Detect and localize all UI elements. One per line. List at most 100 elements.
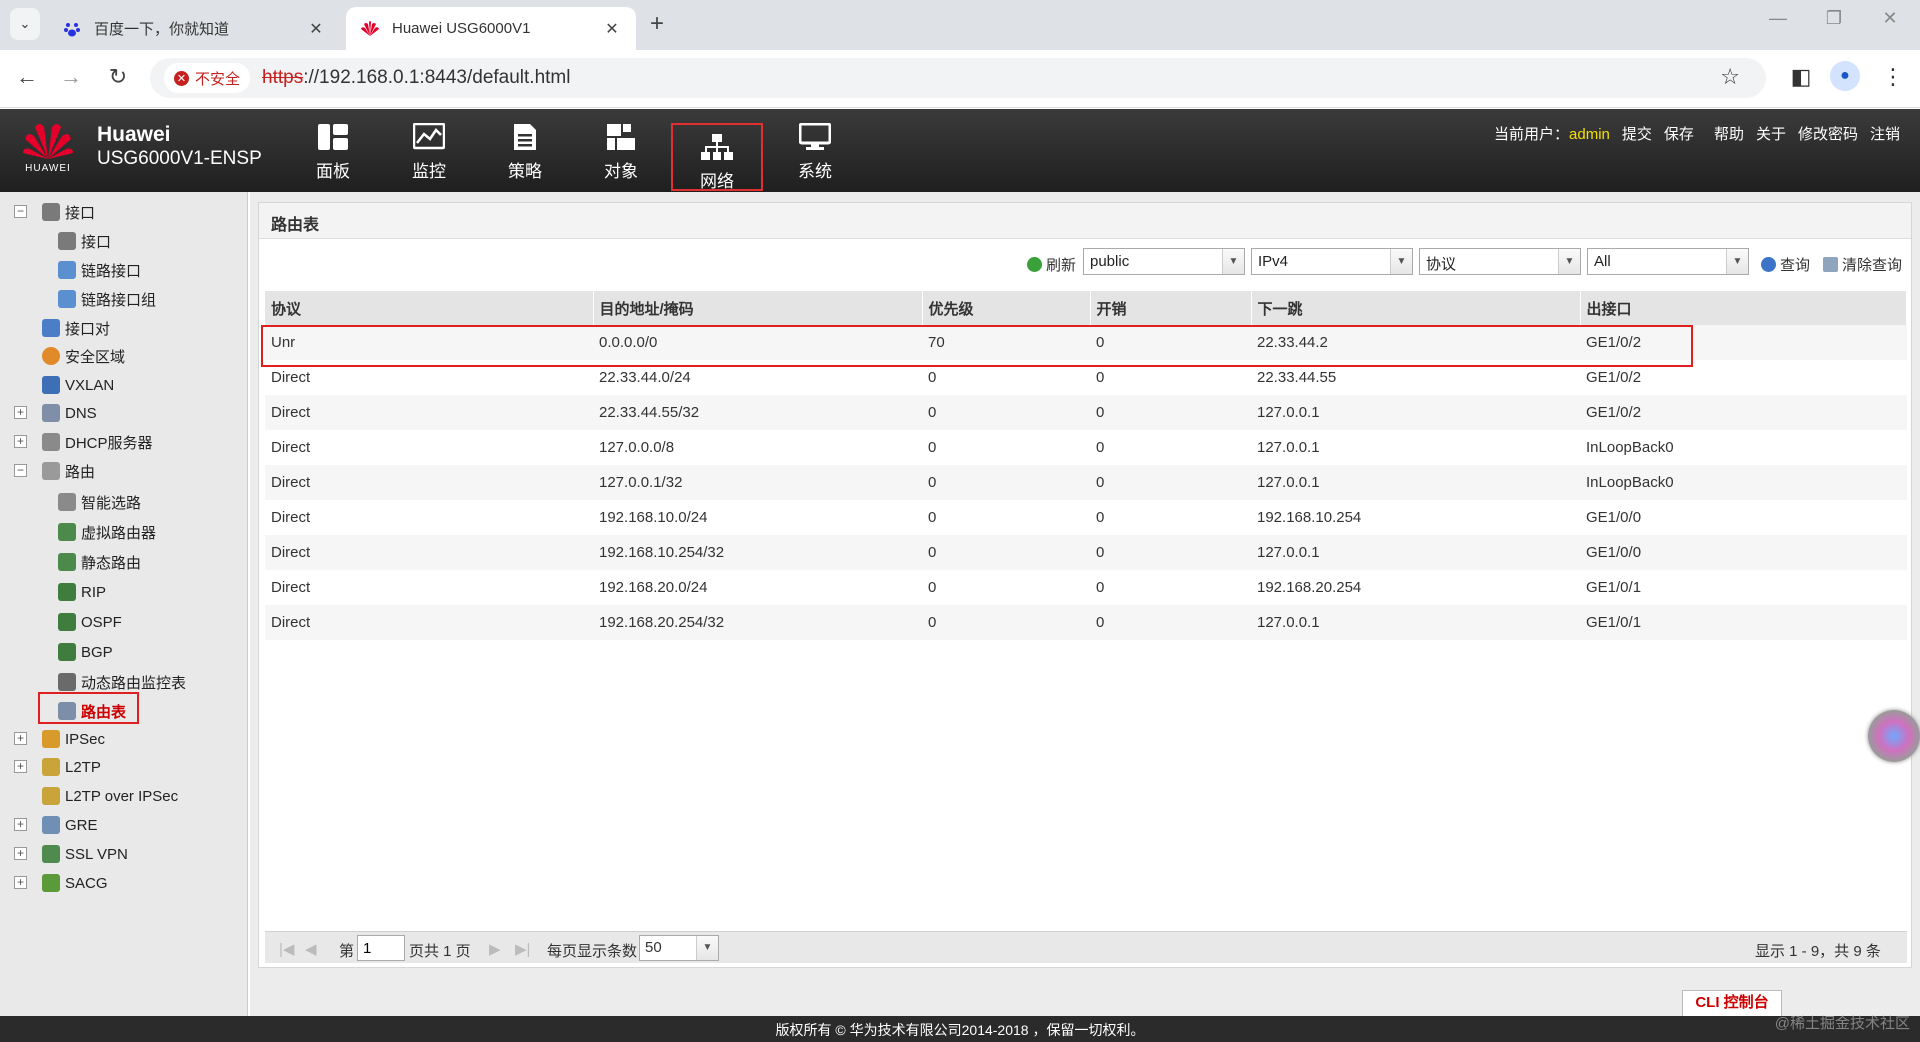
last-page-icon[interactable]: ▶| [515,940,530,958]
cell-cost: 0 [1090,430,1251,465]
logout-link[interactable]: 注销 [1870,123,1900,144]
network-icon [701,133,733,161]
save-link[interactable]: 保存 [1664,123,1694,144]
first-page-icon[interactable]: |◀ [279,940,294,958]
profile-avatar-icon[interactable]: ● [1830,61,1860,91]
sidebar-item-bgp[interactable]: BGP [58,639,113,665]
cell-destination: 127.0.0.0/8 [593,430,922,465]
floating-assistant-icon[interactable] [1868,710,1920,762]
table-row[interactable]: Direct 22.33.44.55/32 0 0 127.0.0.1 GE1/0/2 [265,395,1907,430]
expand-plus-icon[interactable]: + [14,847,27,860]
table-row[interactable]: Direct 127.0.0.0/8 0 0 127.0.0.1 InLoopBack0 [265,430,1907,465]
expand-plus-icon[interactable]: + [14,732,27,745]
new-tab-plus-icon[interactable]: + [650,10,664,38]
ip-version-select[interactable]: IPv4 ▼ [1251,248,1413,275]
about-link[interactable]: 关于 [1756,123,1786,144]
nav-object[interactable]: 对象 [586,123,656,183]
column-header-out-interface[interactable]: 出接口 [1580,291,1907,325]
page-number-input[interactable] [357,935,405,961]
sidebar-item-vxlan[interactable]: VXLAN [42,372,114,398]
close-tab-icon[interactable]: ✕ [602,19,622,39]
restore-icon[interactable]: ❐ [1814,8,1854,29]
expand-plus-icon[interactable]: + [14,876,27,889]
prev-page-icon[interactable]: ◀ [305,940,317,958]
help-link[interactable]: 帮助 [1714,123,1744,144]
nav-dashboard[interactable]: 面板 [298,123,368,183]
sidebar-item-sacg[interactable]: + SACG [14,870,108,896]
next-page-icon[interactable]: ▶ [489,940,501,958]
reload-icon[interactable]: ↻ [103,64,133,90]
clear-query-button[interactable]: 清除查询 [1823,254,1902,275]
sidebar-item-virtual-router[interactable]: 虚拟路由器 [58,519,156,545]
tab-search-chevron-icon[interactable]: ⌄ [10,8,40,40]
sidebar-item-l2tp[interactable]: + L2TP [14,754,101,780]
bookmark-star-icon[interactable]: ☆ [1720,64,1740,90]
sidebar-item-dhcp[interactable]: + DHCP服务器 [14,429,153,455]
change-password-link[interactable]: 修改密码 [1798,123,1858,144]
sidebar-item-l2tp-over-ipsec[interactable]: L2TP over IPSec [42,783,178,809]
cell-destination: 192.168.20.0/24 [593,570,922,605]
address-bar[interactable]: ✕ 不安全 https://192.168.0.1:8443/default.h… [150,58,1766,98]
side-panel-icon[interactable]: ◧ [1786,64,1816,90]
more-menu-icon[interactable]: ⋮ [1878,64,1908,90]
table-row[interactable]: Direct 192.168.20.254/32 0 0 127.0.0.1 GE1/0/… [265,605,1907,640]
nav-label: 面板 [316,162,350,181]
security-indicator[interactable]: ✕ 不安全 [164,63,251,93]
column-header-next-hop[interactable]: 下一跳 [1251,291,1581,325]
current-user-name: admin [1569,126,1610,143]
nav-policy[interactable]: 策略 [490,123,560,183]
sidebar-item-dns[interactable]: + DNS [14,400,97,426]
protocol-select[interactable]: 协议 ▼ [1419,248,1581,275]
minimize-icon[interactable]: — [1758,8,1798,29]
collapse-minus-icon[interactable]: − [14,464,27,477]
vrf-select[interactable]: public ▼ [1083,248,1245,275]
nav-monitor[interactable]: 监控 [394,123,464,183]
sidebar-item-static-route[interactable]: 静态路由 [58,549,141,575]
scope-select[interactable]: All ▼ [1587,248,1749,275]
sidebar-item-link-interface[interactable]: 链路接口 [58,257,141,283]
sidebar-item-interface-group[interactable]: − 接口 [14,199,95,225]
sidebar-item-interface[interactable]: 接口 [58,228,111,254]
table-row[interactable]: Direct 192.168.10.254/32 0 0 127.0.0.1 GE1/0/… [265,535,1907,570]
table-row[interactable]: Direct 192.168.20.0/24 0 0 192.168.20.254 GE1… [265,570,1907,605]
table-row[interactable]: Direct 127.0.0.1/32 0 0 127.0.0.1 InLoopBack0 [265,465,1907,500]
sidebar-item-routing-group[interactable]: − 路由 [14,458,95,484]
filter-bar: 刷新 public ▼ IPv4 ▼ 协议 ▼ All ▼ 查询 清除查询 [259,245,1911,279]
sidebar-item-rip[interactable]: RIP [58,579,106,605]
cli-console-button[interactable]: CLI 控制台 [1682,990,1782,1016]
sidebar-item-link-interface-group[interactable]: 链路接口组 [58,286,156,312]
nav-system[interactable]: 系统 [780,123,850,183]
sidebar-item-smart-route[interactable]: 智能选路 [58,489,141,515]
expand-plus-icon[interactable]: + [14,435,27,448]
query-button[interactable]: 查询 [1761,254,1810,275]
sidebar-item-ospf[interactable]: OSPF [58,609,122,635]
forward-arrow-icon[interactable]: → [56,64,86,90]
sidebar-item-security-zone[interactable]: 安全区域 [42,343,125,369]
sidebar-item-interface-pair[interactable]: 接口对 [42,315,110,341]
sidebar-item-gre[interactable]: + GRE [14,812,98,838]
browser-tab-baidu[interactable]: 百度一下，你就知道 ✕ [48,7,340,50]
close-tab-icon[interactable]: ✕ [306,19,326,39]
expand-plus-icon[interactable]: + [14,406,27,419]
sidebar-item-ipsec[interactable]: + IPSec [14,726,105,752]
browser-tab-huawei[interactable]: Huawei USG6000V1 ✕ [346,7,636,50]
device-brand: Huawei USG6000V1-ENSP [97,123,262,171]
sacg-icon [42,874,60,892]
back-arrow-icon[interactable]: ← [12,64,42,90]
record-summary: 显示 1 - 9，共 9 条 [1755,943,1881,960]
column-header-preference[interactable]: 优先级 [922,291,1091,325]
expand-plus-icon[interactable]: + [14,818,27,831]
nav-network[interactable]: 网络 [671,123,763,191]
sidebar-item-ssl-vpn[interactable]: + SSL VPN [14,841,128,867]
commit-link[interactable]: 提交 [1622,123,1652,144]
table-row[interactable]: Direct 192.168.10.0/24 0 0 192.168.10.254 GE1… [265,500,1907,535]
warning-icon: ✕ [174,70,189,86]
expand-plus-icon[interactable]: + [14,760,27,773]
column-header-protocol[interactable]: 协议 [265,291,594,325]
window-close-icon[interactable]: ✕ [1870,8,1910,29]
collapse-minus-icon[interactable]: − [14,205,27,218]
column-header-cost[interactable]: 开销 [1090,291,1252,325]
per-page-select[interactable]: 50 ▼ [639,935,719,961]
column-header-destination[interactable]: 目的地址/掩码 [593,291,923,325]
refresh-button[interactable]: 刷新 [1027,254,1076,275]
